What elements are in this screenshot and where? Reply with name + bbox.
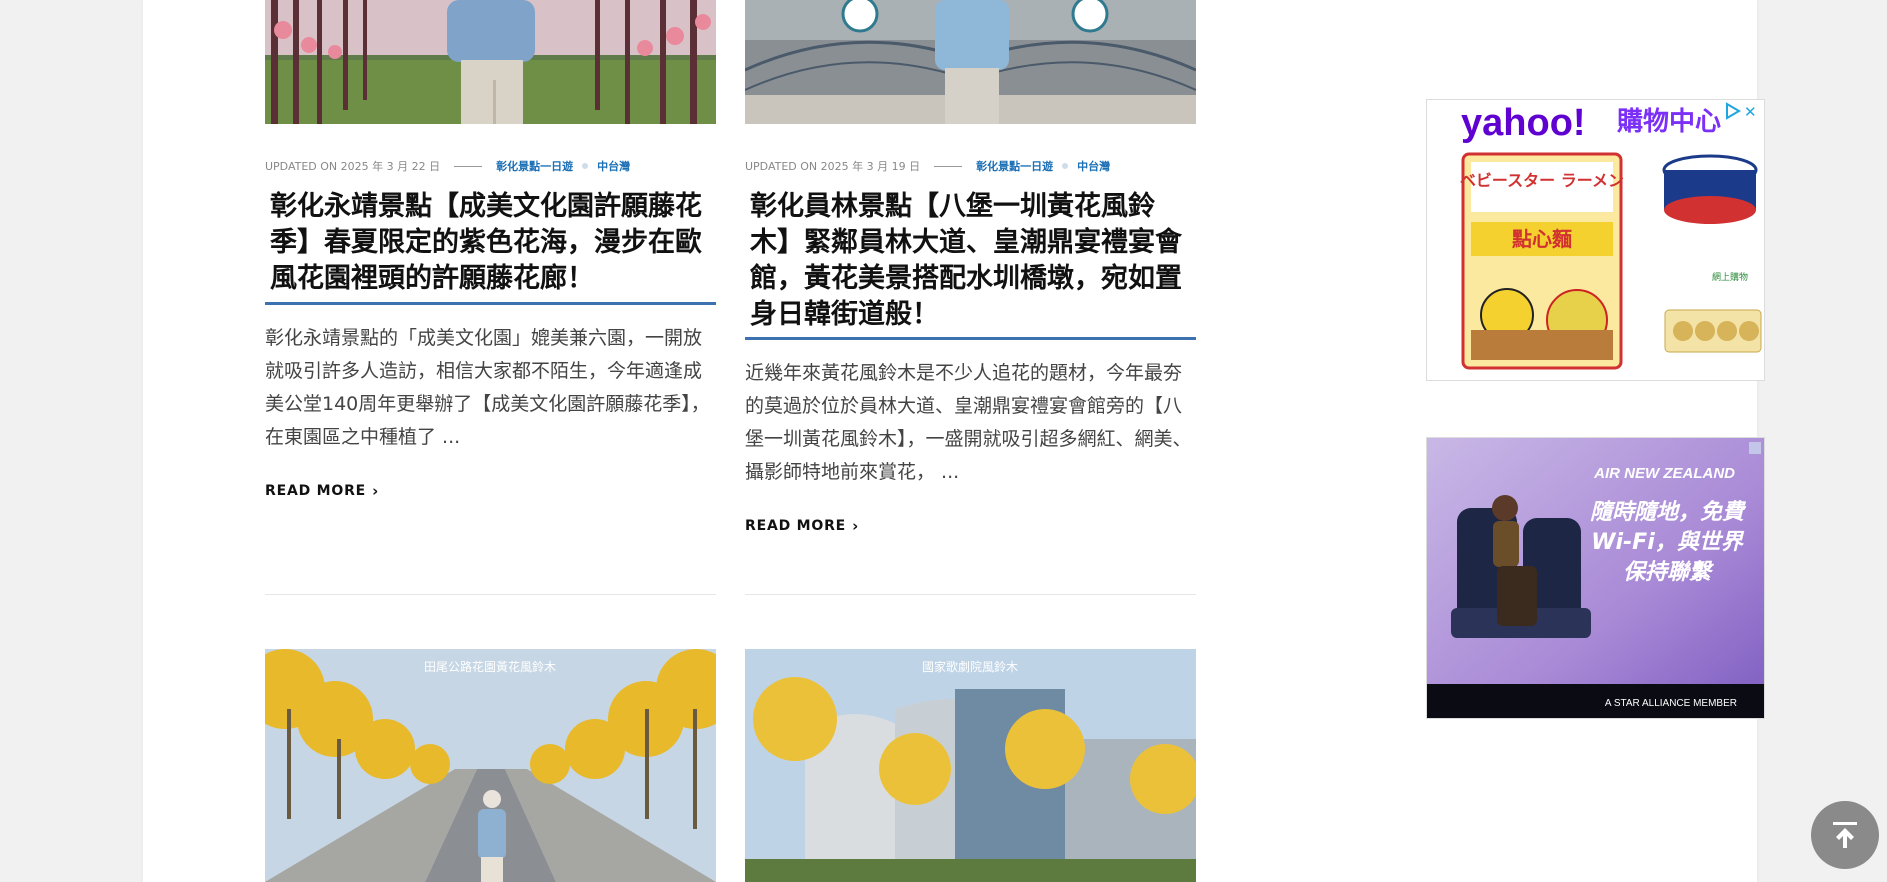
ad-headline: 隨時隨地，免費Wi-Fi，與世界保持聯繫 <box>1589 500 1744 585</box>
shop-label: 購物中心 <box>1617 107 1721 137</box>
read-more-link[interactable]: READ MORE › <box>265 482 379 500</box>
chevron-right-icon: › <box>852 517 860 535</box>
row-separator <box>745 594 1196 595</box>
row-separator <box>265 594 716 595</box>
category-link[interactable]: 中台灣 <box>597 158 630 174</box>
category-link[interactable]: 彰化景點一日遊 <box>496 158 573 174</box>
airline-brand: AIR NEW ZEALAND <box>1593 465 1735 482</box>
title-underline <box>265 302 716 305</box>
air-new-zealand-ad[interactable]: AIR NEW ZEALAND 隨時隨地，免費Wi-Fi，與世界保持聯繫 A S… <box>1426 437 1765 719</box>
updated-date: UPDATED ON 2025 年 3 月 22 日 <box>265 160 441 173</box>
article-thumbnail[interactable]: 田尾公路花園黃花風鈴木 <box>265 649 716 882</box>
article-meta: UPDATED ON 2025 年 3 月 19 日 彰化景點一日遊 中台灣 <box>745 158 1196 174</box>
article-title[interactable]: 彰化員林景點【八堡一圳黃花風鈴木】緊鄰員林大道、皇潮鼎宴禮宴會館，黃花美景搭配水… <box>750 189 1190 333</box>
snack-name-text: 點心麵 <box>1512 227 1572 251</box>
small-ad-text: 網上購物 <box>1712 271 1748 283</box>
chevron-right-icon: › <box>372 482 380 500</box>
read-more-label: READ MORE <box>265 483 367 499</box>
category-link[interactable]: 中台灣 <box>1077 158 1110 174</box>
article-excerpt: 彰化永靖景點的「成美文化園」媲美兼六園，一開放就吸引許多人造訪，相信大家都不陌生… <box>265 327 710 448</box>
read-more-label: READ MORE <box>745 518 847 534</box>
meta-divider <box>934 165 963 167</box>
article-thumbnail[interactable] <box>745 0 1196 124</box>
close-icon[interactable]: ✕ <box>1744 103 1757 121</box>
yahoo-shopping-ad[interactable]: yahoo! 購物中心 ✕ ベビースター ラーメン 點心麵 網上購物 <box>1426 99 1765 381</box>
thumb-caption: 田尾公路花園黃花風鈴木 <box>424 659 556 674</box>
ad-footer: A STAR ALLIANCE MEMBER <box>1605 698 1737 709</box>
arrow-up-icon <box>1833 822 1857 848</box>
content-page: UPDATED ON 2025 年 3 月 22 日 彰化景點一日遊 中台灣 彰… <box>143 0 1765 882</box>
back-to-top-button[interactable] <box>1811 801 1879 869</box>
yahoo-logo: yahoo! <box>1461 102 1586 144</box>
meta-divider <box>454 165 483 167</box>
article-thumbnail[interactable]: 國家歌劇院風鈴木 <box>745 649 1196 882</box>
snack-brand-text: ベビースター ラーメン <box>1460 171 1624 190</box>
article-excerpt: 近幾年來黃花風鈴木是不少人追花的題材，今年最夯的莫過於位於員林大道、皇潮鼎宴禮宴… <box>745 362 1192 483</box>
article-meta: UPDATED ON 2025 年 3 月 22 日 彰化景點一日遊 中台灣 <box>265 158 716 174</box>
adchoices-icon[interactable] <box>1749 442 1761 454</box>
title-underline <box>745 337 1196 340</box>
article-card: UPDATED ON 2025 年 3 月 22 日 彰化景點一日遊 中台灣 彰… <box>265 0 716 600</box>
thumb-caption: 國家歌劇院風鈴木 <box>922 659 1018 674</box>
meta-dot <box>1062 163 1069 169</box>
updated-date: UPDATED ON 2025 年 3 月 19 日 <box>745 160 921 173</box>
article-thumbnail[interactable] <box>265 0 716 124</box>
read-more-link[interactable]: READ MORE › <box>745 517 859 535</box>
article-card: UPDATED ON 2025 年 3 月 19 日 彰化景點一日遊 中台灣 彰… <box>745 0 1196 600</box>
category-link[interactable]: 彰化景點一日遊 <box>976 158 1053 174</box>
meta-dot <box>582 163 589 169</box>
article-title[interactable]: 彰化永靖景點【成美文化園許願藤花季】春夏限定的紫色花海，漫步在歐風花園裡頭的許願… <box>270 189 710 297</box>
